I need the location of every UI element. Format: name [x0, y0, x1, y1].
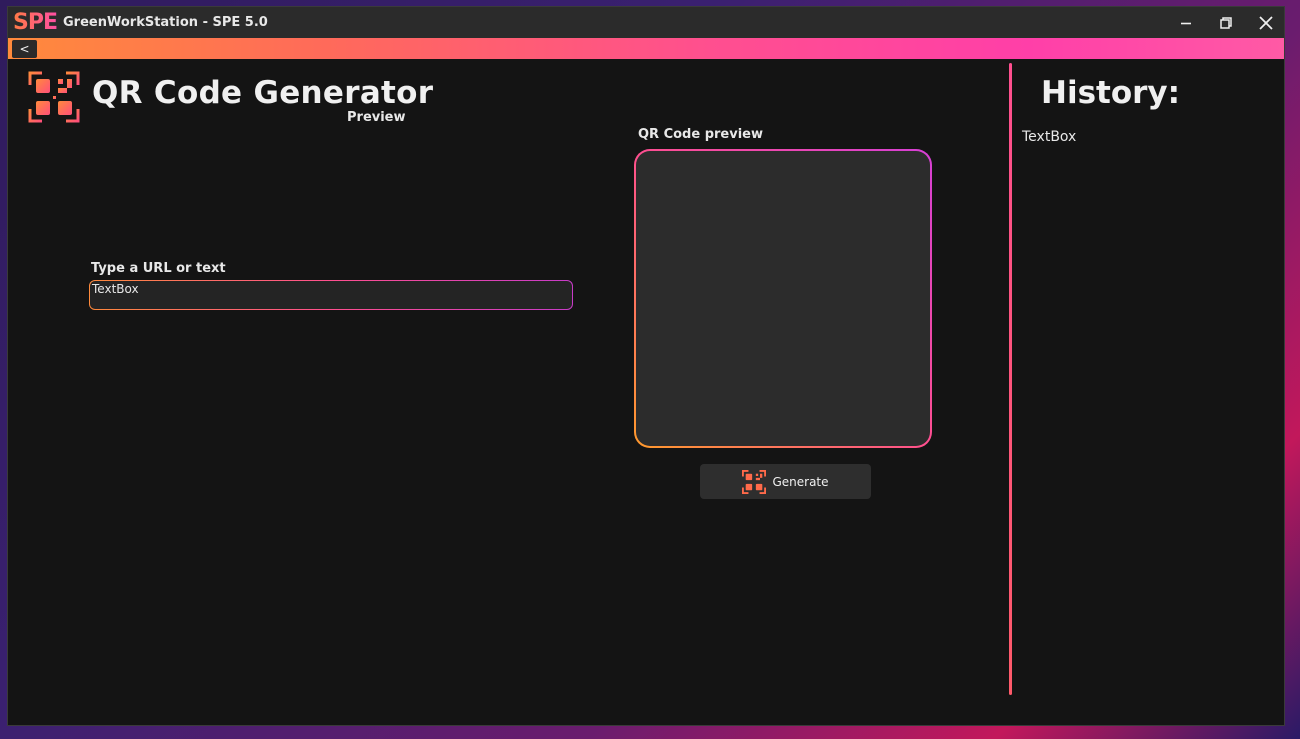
close-icon [1259, 15, 1273, 30]
input-label: Type a URL or text [91, 261, 226, 276]
qr-preview-label: QR Code preview [638, 127, 763, 142]
title-bar[interactable]: SPE GreenWorkStation - SPE 5.0 [8, 7, 1284, 38]
qr-code-icon [742, 469, 767, 494]
qr-code-icon [28, 71, 80, 127]
generate-label: Generate [772, 474, 829, 489]
page-title: QR Code Generator [92, 75, 434, 111]
url-text-input[interactable]: TextBox [89, 280, 573, 310]
generate-button[interactable]: Generate [700, 464, 871, 499]
accent-bar [8, 38, 1284, 59]
restore-button[interactable] [1206, 7, 1246, 38]
minimize-icon [1181, 22, 1191, 24]
app-logo: SPE [13, 7, 58, 38]
url-text-value: TextBox [92, 282, 139, 296]
restore-icon [1220, 16, 1232, 29]
preview-label: Preview [347, 110, 406, 125]
close-button[interactable] [1246, 7, 1284, 38]
back-button[interactable]: < [12, 40, 37, 58]
section-divider [1009, 63, 1012, 695]
minimize-button[interactable] [1166, 7, 1206, 38]
history-item[interactable]: TextBox [1022, 129, 1076, 145]
window-title: GreenWorkStation - SPE 5.0 [63, 15, 268, 30]
app-window: SPE GreenWorkStation - SPE 5.0 < QR Code… [7, 6, 1285, 726]
qr-preview-box [634, 149, 932, 448]
history-title: History: [1041, 75, 1181, 111]
